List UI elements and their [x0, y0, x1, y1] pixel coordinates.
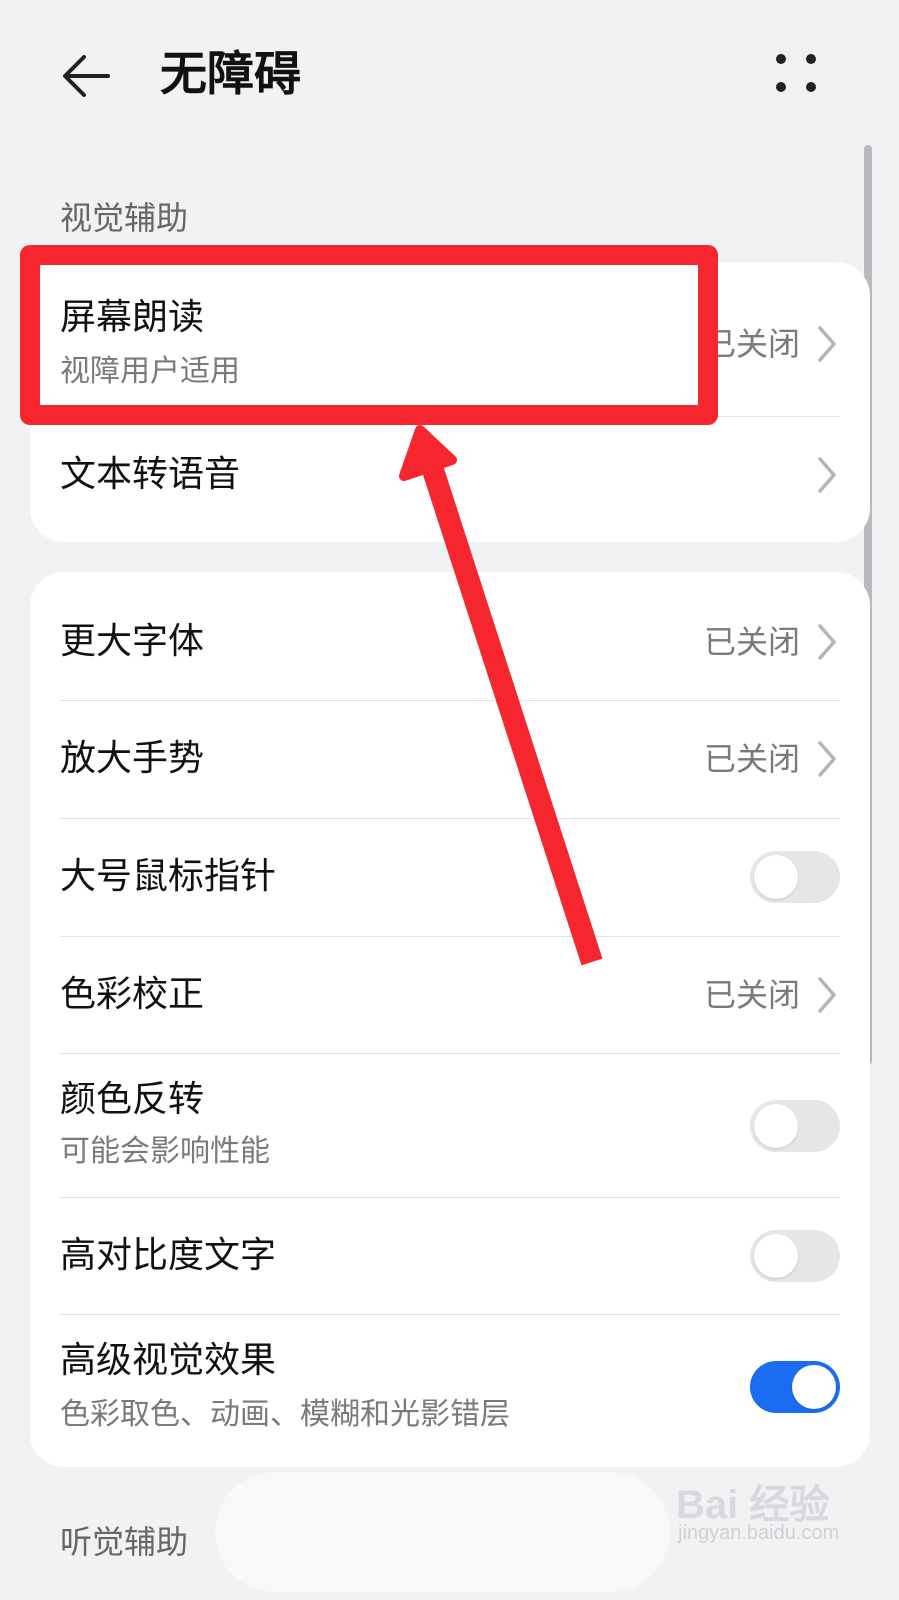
back-button[interactable]: [58, 46, 118, 106]
row-advanced-visual-effects[interactable]: 高级视觉效果 色彩取色、动画、模糊和光影错层: [30, 1315, 870, 1467]
toggle-large-pointer[interactable]: [750, 851, 840, 903]
top-bar: 无障碍: [0, 0, 899, 150]
status-value-larger-font: 已关闭: [703, 623, 800, 661]
more-options-button[interactable]: [776, 50, 826, 100]
toggle-high-contrast-text[interactable]: [750, 1230, 840, 1282]
annotation-highlight-box: [20, 245, 718, 425]
row-color-inversion[interactable]: 颜色反转 可能会影响性能: [30, 1054, 870, 1197]
page-title: 无障碍: [160, 47, 301, 102]
row-magnification-gesture[interactable]: 放大手势 已关闭: [30, 701, 870, 818]
row-subtitle-color-inversion: 可能会影响性能: [60, 1134, 270, 1169]
toggle-knob: [792, 1365, 836, 1409]
watermark-url: jingyan.baidu.com: [678, 1522, 840, 1544]
row-title-larger-font: 更大字体: [60, 621, 205, 662]
row-title-text-to-speech: 文本转语音: [60, 454, 241, 495]
row-color-correction[interactable]: 色彩校正 已关闭: [30, 937, 870, 1053]
more-grid-icon: [776, 54, 786, 64]
row-high-contrast-text[interactable]: 高对比度文字: [30, 1198, 870, 1314]
arrow-left-icon: [63, 55, 110, 97]
toggle-knob: [754, 1234, 798, 1278]
row-title-color-inversion: 颜色反转: [60, 1079, 205, 1120]
status-value-color-correction: 已关闭: [703, 976, 800, 1014]
toggle-knob: [754, 1104, 798, 1148]
card-display-settings: 更大字体 已关闭 放大手势 已关闭 大号鼠标指针 色彩校正 已关闭 颜色反转 可…: [30, 572, 870, 1467]
status-value-screen-reader: 已关闭: [703, 325, 800, 363]
section-label-hearing: 听觉辅助: [60, 1523, 189, 1561]
chevron-right-icon: [818, 624, 836, 660]
row-text-to-speech[interactable]: 文本转语音: [30, 417, 870, 542]
row-title-color-correction: 色彩校正: [60, 974, 205, 1015]
section-label-visual: 视觉辅助: [60, 199, 189, 237]
row-title-high-contrast-text: 高对比度文字: [60, 1235, 277, 1276]
chevron-right-icon: [818, 977, 836, 1013]
toggle-knob: [754, 855, 798, 899]
status-value-magnification-gesture: 已关闭: [703, 740, 800, 778]
chevron-right-icon: [818, 741, 836, 777]
chevron-right-icon: [818, 326, 836, 362]
row-title-advanced-visual-effects: 高级视觉效果: [60, 1340, 277, 1381]
chevron-right-icon: [818, 457, 836, 493]
watermark-logo: Bai 经验 jingyan.baidu.com: [676, 1472, 886, 1552]
row-large-pointer[interactable]: 大号鼠标指针: [30, 819, 870, 936]
toggle-color-inversion[interactable]: [750, 1100, 840, 1152]
row-subtitle-advanced-visual-effects: 色彩取色、动画、模糊和光影错层: [60, 1397, 510, 1432]
floating-pill: [215, 1472, 670, 1592]
row-title-large-pointer: 大号鼠标指针: [60, 856, 277, 897]
row-larger-font[interactable]: 更大字体 已关闭: [30, 572, 870, 700]
row-title-magnification-gesture: 放大手势: [60, 738, 205, 779]
toggle-advanced-visual-effects[interactable]: [750, 1361, 840, 1413]
